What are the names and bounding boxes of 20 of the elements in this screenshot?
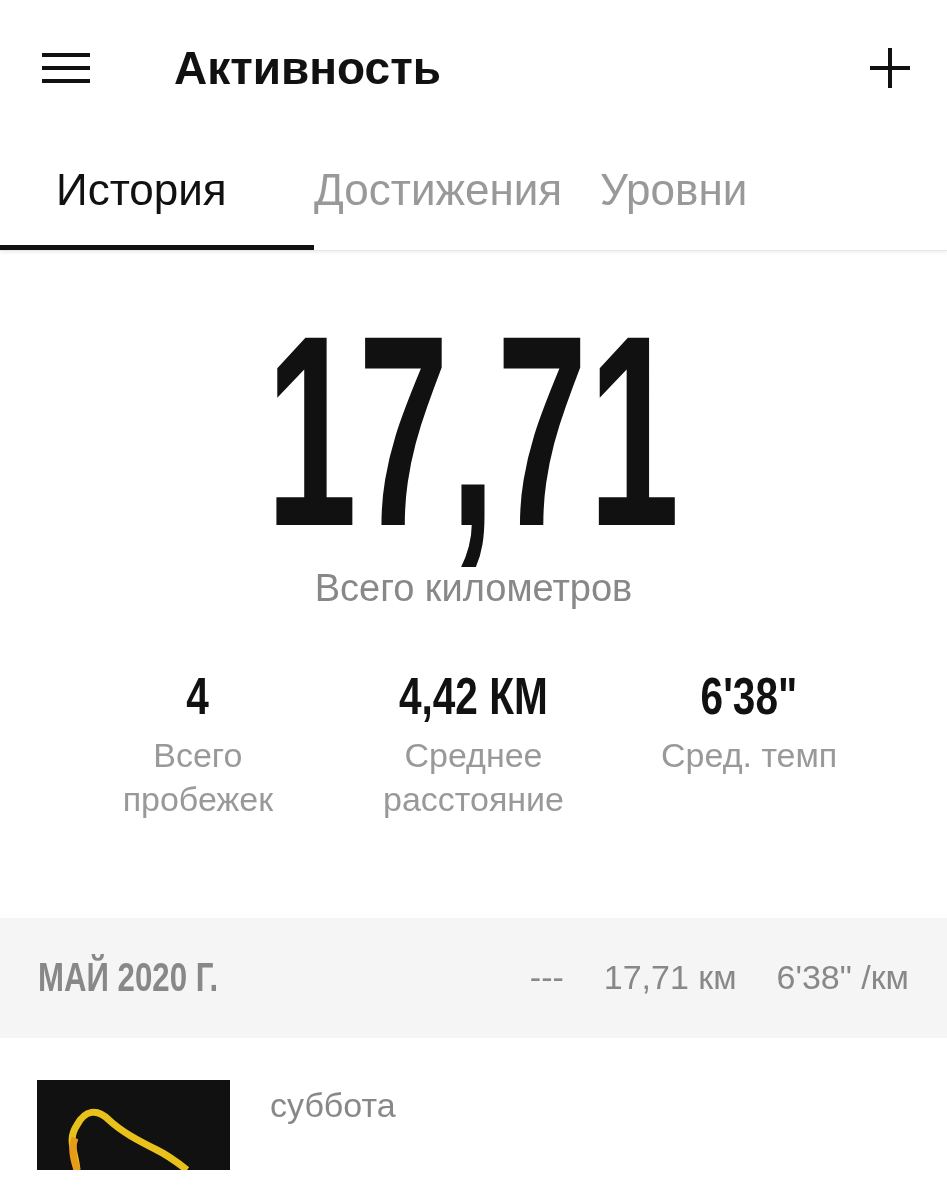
stat-value: 4,42 КМ (399, 668, 548, 726)
stat-value: 4 (186, 668, 210, 726)
tab[interactable]: Достижения (314, 135, 601, 250)
tab[interactable]: История (0, 135, 314, 250)
total-distance: 17,71 (266, 295, 681, 567)
screen-title: Активность (174, 40, 442, 95)
run-day: суббота (270, 1085, 396, 1125)
month-pace: 6'38" /км (776, 958, 909, 998)
month-distance: 17,71 км (603, 958, 737, 998)
stat-value: 6'38" (700, 668, 798, 726)
stat-label: Всего пробежек (121, 735, 274, 821)
stat-label: Среднее расстояние (381, 735, 565, 821)
tab[interactable]: Уровни (600, 135, 786, 250)
month-value: --- (529, 958, 564, 998)
add-icon[interactable] (870, 47, 910, 88)
menu-icon[interactable] (42, 52, 90, 83)
stat-label: Сред. темп (660, 735, 839, 777)
run-row[interactable]: суббота (0, 1037, 947, 1170)
total-label: Всего километров (314, 567, 633, 610)
month-title: МАЙ 2020 Г. (38, 955, 219, 1001)
